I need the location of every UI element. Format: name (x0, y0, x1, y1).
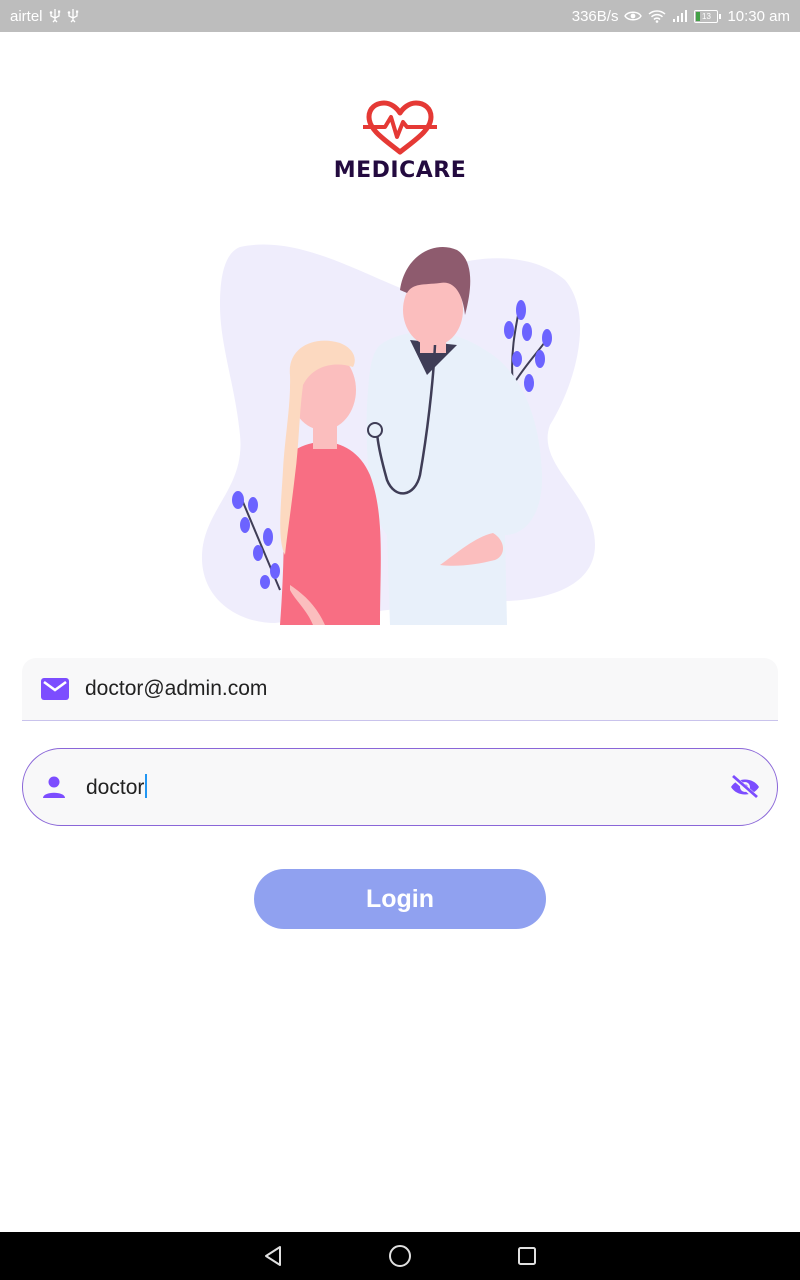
password-field[interactable]: doctor (22, 748, 778, 826)
home-icon[interactable] (388, 1244, 412, 1268)
person-icon (41, 774, 67, 800)
carrier-label: airtel (10, 7, 43, 25)
email-value: doctor@admin.com (85, 677, 268, 700)
login-button[interactable]: Login (254, 869, 546, 929)
heartbeat-icon (363, 100, 437, 155)
usb-icon (49, 9, 61, 23)
battery-level: 13 (702, 11, 711, 21)
mail-icon (40, 677, 70, 701)
clock: 10:30 am (727, 7, 790, 25)
doctor-patient-illustration (201, 244, 595, 625)
password-value: doctor (86, 776, 145, 799)
back-icon[interactable] (263, 1245, 283, 1267)
eye-icon (624, 10, 643, 22)
text-cursor (145, 774, 148, 798)
app-logo: MEDICARE (0, 100, 800, 183)
password-value-wrapper: doctor (86, 774, 148, 800)
navigation-bar (0, 1232, 800, 1280)
battery-icon: 13 (694, 9, 722, 23)
signal-icon (672, 10, 688, 22)
app-brand-name: MEDICARE (333, 158, 467, 183)
visibility-off-icon[interactable] (729, 774, 761, 800)
recents-icon[interactable] (517, 1246, 537, 1266)
wifi-icon (648, 9, 666, 23)
status-bar: airtel 336B/s 13 10:30 am (0, 0, 800, 32)
email-field[interactable]: doctor@admin.com (22, 658, 778, 721)
net-speed: 336B/s (571, 7, 619, 25)
usb-icon (67, 9, 79, 23)
